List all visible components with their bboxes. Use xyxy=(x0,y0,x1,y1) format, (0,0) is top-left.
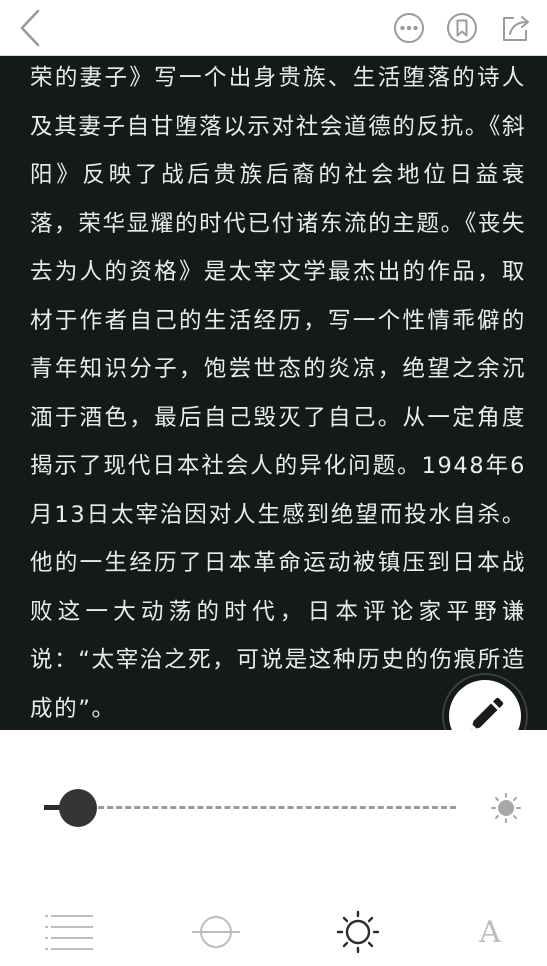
bottom-nav: A xyxy=(0,910,547,954)
nav-brightness[interactable] xyxy=(328,910,388,954)
nav-font[interactable]: A xyxy=(460,910,520,954)
top-toolbar xyxy=(0,0,547,56)
back-button[interactable] xyxy=(10,0,50,56)
bookmark-icon xyxy=(447,13,477,43)
slider-track[interactable] xyxy=(44,806,456,809)
nav-catalog[interactable] xyxy=(40,910,100,954)
brightness-slider[interactable] xyxy=(44,778,460,838)
more-options-button[interactable] xyxy=(390,0,428,56)
share-icon xyxy=(503,16,529,41)
nav-progress[interactable] xyxy=(186,910,246,954)
font-icon: A xyxy=(479,914,501,950)
chevron-left-icon xyxy=(20,9,40,47)
more-options-icon xyxy=(394,13,424,43)
settings-panel: A xyxy=(0,730,547,966)
reading-area[interactable]: 荣的妻子》写一个出身贵族、生活堕落的诗人及其妻子自甘堕落以示对社会道德的反抗。《… xyxy=(0,56,547,730)
book-text: 荣的妻子》写一个出身贵族、生活堕落的诗人及其妻子自甘堕落以示对社会道德的反抗。《… xyxy=(30,65,526,722)
slider-knob[interactable] xyxy=(58,789,97,827)
bookmark-button[interactable] xyxy=(444,0,480,56)
sun-icon xyxy=(491,793,521,823)
progress-icon xyxy=(192,916,240,948)
share-button[interactable] xyxy=(496,0,536,56)
brightness-icon xyxy=(336,910,380,954)
pencil-icon xyxy=(471,697,504,730)
catalog-icon xyxy=(45,915,93,950)
